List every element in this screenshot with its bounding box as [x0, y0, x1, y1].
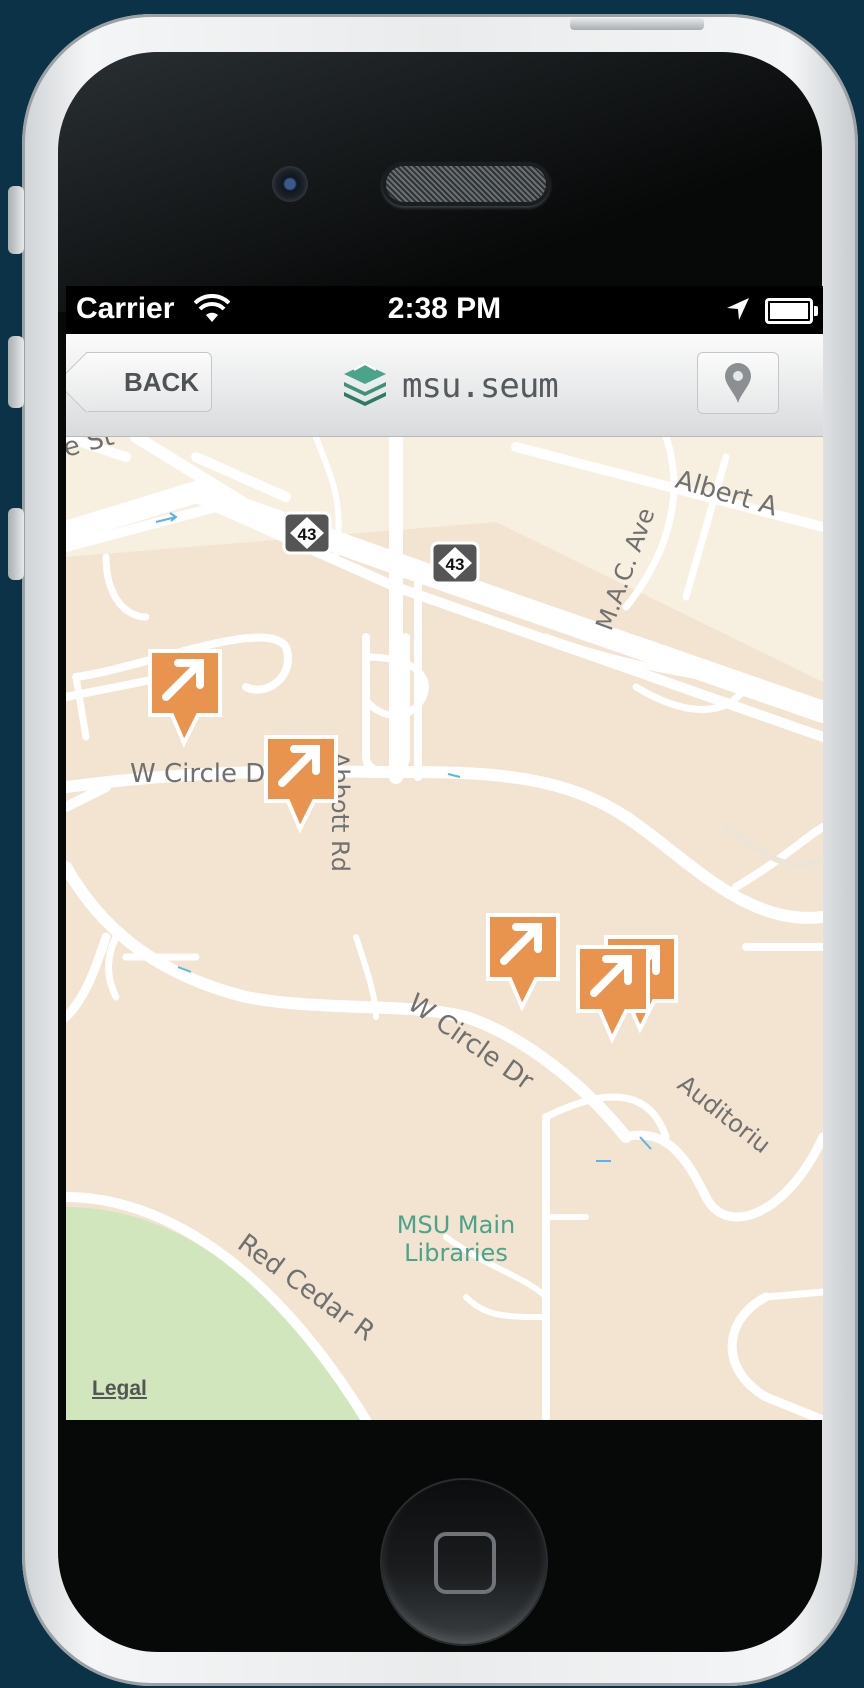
svg-text:MSU Main: MSU Main	[397, 1211, 515, 1239]
location-arrow-icon	[727, 298, 749, 320]
status-time: 2:38 PM	[387, 292, 502, 325]
street-label-auditorium: Auditoriu	[672, 1070, 775, 1159]
route-shield-2: 43	[430, 541, 480, 585]
front-camera	[272, 166, 308, 202]
map-marker-3[interactable]	[486, 913, 560, 1012]
poi-libraries[interactable]: MSU Main Libraries	[397, 1211, 515, 1267]
mute-switch	[8, 186, 24, 254]
map-pin-icon	[725, 363, 751, 403]
back-button-label: BACK	[123, 366, 200, 397]
sleep-button	[570, 18, 704, 30]
earpiece-speaker	[386, 166, 546, 202]
map-view[interactable]: 43 43 e St Albert A M.A.C. Ave W Circle …	[66, 437, 823, 1420]
phone-screen: Carrier 2:38 PM BACK msu.seum 43 43 e St…	[66, 286, 823, 1420]
volume-up-button	[8, 336, 24, 408]
home-button[interactable]	[382, 1480, 546, 1644]
home-square-icon	[434, 1532, 496, 1594]
street-label-w-circle-upper: W Circle D	[130, 759, 265, 789]
map-canvas: 43 43 e St Albert A M.A.C. Ave W Circle …	[66, 437, 823, 1420]
back-button[interactable]: BACK	[86, 352, 212, 412]
battery-icon	[765, 298, 818, 324]
legal-link[interactable]: Legal	[92, 1377, 147, 1401]
route-shield-1: 43	[282, 511, 332, 555]
volume-down-button	[8, 508, 24, 580]
status-bar: Carrier 2:38 PM	[66, 286, 823, 334]
current-location-button[interactable]	[697, 352, 779, 414]
brand-logo: msu.seum	[340, 360, 559, 412]
svg-text:Libraries: Libraries	[404, 1239, 508, 1267]
layers-logo-icon	[344, 362, 386, 406]
brand-name: msu.seum	[402, 366, 559, 406]
navigation-bar: BACK msu.seum	[66, 334, 823, 437]
map-marker-2[interactable]	[264, 735, 338, 834]
svg-text:43: 43	[446, 555, 465, 574]
svg-text:43: 43	[298, 525, 317, 544]
map-marker-1[interactable]	[148, 649, 222, 748]
